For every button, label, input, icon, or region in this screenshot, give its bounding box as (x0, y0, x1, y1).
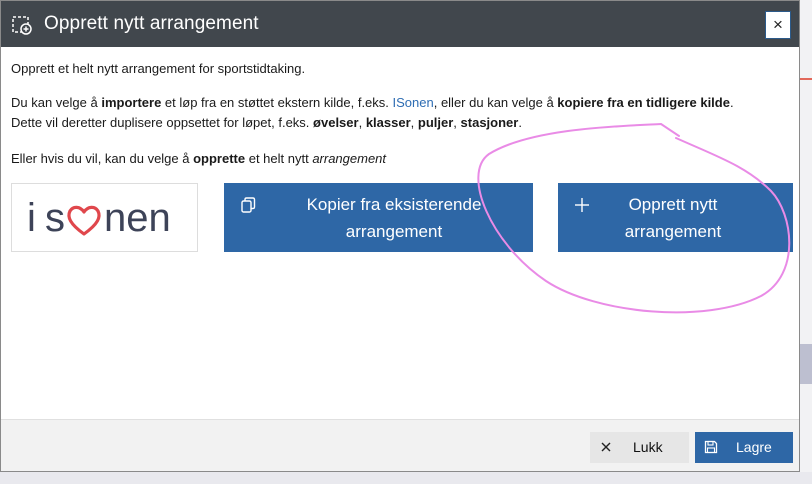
copy-existing-event-button[interactable]: Kopier fra eksisterende arrangement (224, 183, 533, 252)
heart-icon (67, 205, 101, 236)
import-text-line2: Dette vil deretter duplisere oppsettet f… (11, 115, 522, 130)
copy-button-label-line2: arrangement (345, 222, 443, 241)
dialog-title: Opprett nytt arrangement (44, 13, 259, 34)
create-new-event-button[interactable]: Opprett nytt arrangement (558, 183, 793, 252)
close-icon (601, 442, 611, 452)
isonen-link[interactable]: ISonen (393, 95, 434, 110)
copy-icon (241, 197, 256, 213)
background-accent-line (799, 78, 812, 80)
close-button-label: Lukk (633, 439, 663, 455)
copy-button-label-line1: Kopier fra eksisterende (306, 195, 482, 214)
create-keyword: opprette (193, 151, 246, 166)
background-app-bottom (0, 472, 812, 484)
copy-keyword: kopiere fra en tidligere kilde (557, 95, 730, 110)
logo-s: s (45, 196, 65, 240)
new-button-label-line2: arrangement (624, 222, 722, 241)
create-text: Eller hvis du vil, kan du velge å oppret… (11, 151, 387, 166)
save-button-label: Lagre (736, 439, 772, 455)
background-app-strip (799, 0, 812, 484)
intro-text: Opprett et helt nytt arrangement for spo… (11, 61, 306, 76)
import-keyword: importere (101, 95, 162, 110)
background-panel-band (799, 344, 812, 384)
save-icon (704, 440, 718, 454)
logo-nen: nen (104, 196, 171, 240)
save-button[interactable]: Lagre (695, 432, 793, 463)
isonen-logo: i s nen (27, 196, 171, 240)
logo-i: i (27, 196, 36, 240)
new-event-icon (12, 16, 32, 35)
new-event-dialog: Opprett nytt arrangement × Opprett et he… (0, 0, 800, 472)
close-button[interactable]: Lukk (590, 432, 689, 463)
plus-icon (575, 198, 589, 212)
dialog-close-button[interactable]: × (765, 11, 791, 39)
dialog-footer: Lukk Lagre (1, 419, 799, 471)
dialog-titlebar: Opprett nytt arrangement × (1, 1, 799, 47)
import-text-line1: Du kan velge å importere et løp fra en s… (11, 95, 734, 110)
isonen-import-button[interactable]: i s nen (11, 183, 198, 252)
new-button-label-line1: Opprett nytt (628, 195, 718, 214)
